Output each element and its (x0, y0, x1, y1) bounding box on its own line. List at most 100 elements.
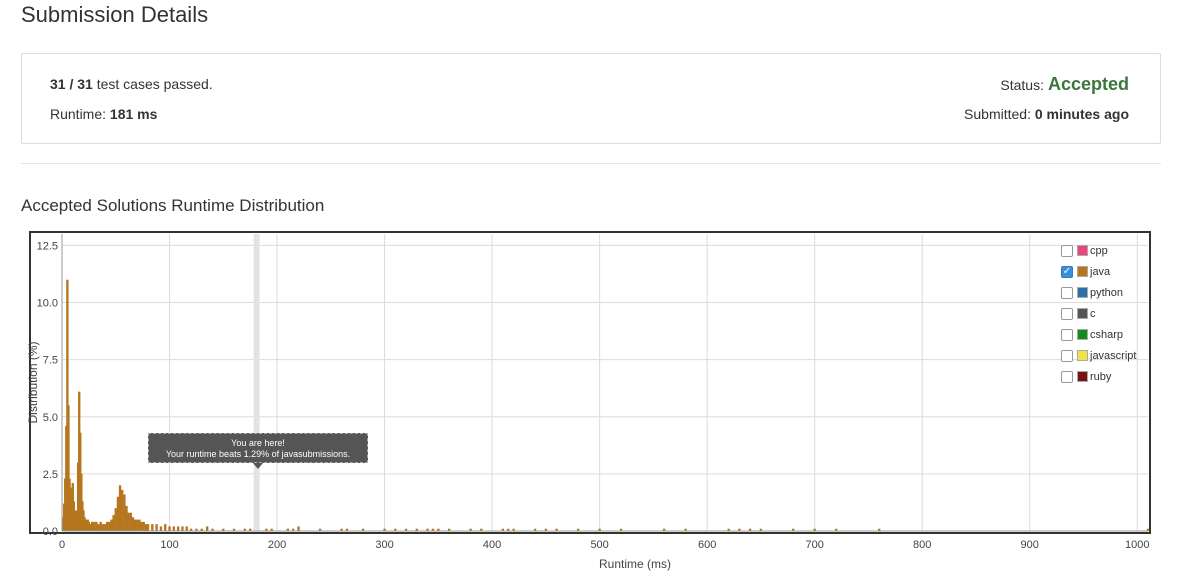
bar (176, 526, 180, 531)
y-tick-label: 5.0 (43, 412, 58, 424)
legend-item-java[interactable]: ✓ java (1061, 261, 1136, 282)
tooltip-arrow (253, 463, 263, 469)
bar (99, 521, 102, 531)
y-tick-label: 12.5 (37, 240, 58, 252)
legend-checkbox[interactable] (1061, 286, 1073, 299)
legend-swatch (1077, 371, 1088, 382)
x-tick-label: 700 (805, 539, 823, 551)
legend-item-c[interactable]: c (1061, 303, 1136, 324)
runtime-summary: Runtime: 181 ms (50, 106, 157, 122)
bar (129, 512, 132, 531)
legend-item-python[interactable]: python (1061, 282, 1136, 303)
bar (181, 526, 184, 531)
bar (121, 489, 124, 531)
x-tick-label: 400 (483, 539, 501, 551)
your-runtime-marker (253, 234, 260, 531)
tooltip-line2: Your runtime beats 1.29% of javasubmissi… (165, 449, 351, 459)
bar (116, 496, 120, 531)
bar (172, 526, 176, 531)
bar (205, 526, 209, 531)
submission-summary-panel: 31 / 31 test cases passed. Runtime: 181 … (21, 53, 1161, 144)
legend-swatch (1077, 350, 1088, 361)
x-tick-label: 100 (160, 539, 178, 551)
bar (123, 494, 126, 531)
runtime-tooltip: You are here! Your runtime beats 1.29% o… (148, 433, 368, 463)
section-title: Accepted Solutions Runtime Distribution (21, 196, 325, 215)
bar (93, 521, 96, 531)
bar (297, 526, 300, 531)
test-cases-summary: 31 / 31 test cases passed. (50, 76, 213, 92)
legend-label: cpp (1090, 244, 1108, 257)
legend-label: c (1090, 307, 1096, 320)
status-badge[interactable]: Accepted (1048, 74, 1129, 95)
bar (151, 524, 154, 531)
legend-label: javascript (1090, 349, 1137, 362)
bar (185, 526, 188, 531)
legend-swatch (1077, 266, 1088, 277)
legend-checkbox[interactable] (1061, 307, 1073, 320)
page-title: Submission Details (21, 2, 209, 27)
legend-item-ruby[interactable]: ruby (1061, 366, 1136, 387)
legend-item-csharp[interactable]: csharp (1061, 324, 1136, 345)
status-label: Status: (1000, 77, 1044, 93)
bar (131, 517, 135, 531)
y-axis-label: Distribution (%) (26, 341, 40, 423)
bar (142, 521, 145, 531)
bar (101, 524, 105, 531)
submitted-label: Submitted: (964, 106, 1031, 122)
bar (133, 519, 137, 531)
chart-frame (29, 231, 1151, 534)
legend-swatch (1077, 287, 1088, 298)
bar (112, 515, 115, 531)
legend-swatch (1077, 308, 1088, 319)
legend-swatch (1077, 245, 1088, 256)
bar (136, 519, 139, 531)
bar (127, 512, 130, 531)
passed-suffix: test cases passed. (96, 76, 213, 92)
passed-count: 31 / 31 (50, 76, 93, 92)
y-tick-label: 7.5 (43, 355, 58, 367)
x-tick-label: 800 (913, 539, 931, 551)
x-tick-label: 600 (698, 539, 716, 551)
legend-label: csharp (1090, 328, 1124, 341)
legend-checkbox[interactable] (1061, 244, 1073, 257)
chart-legend: cpp ✓ java python c csharp javascript ruby (1061, 240, 1136, 387)
legend-swatch (1077, 329, 1088, 340)
legend-label: ruby (1090, 370, 1112, 383)
bar (168, 526, 171, 531)
divider (21, 163, 1161, 164)
bar (155, 524, 158, 531)
x-tick-label: 200 (268, 539, 286, 551)
bar (108, 521, 111, 531)
runtime-label: Runtime: (50, 106, 107, 122)
x-tick-label: 300 (375, 539, 393, 551)
tooltip-line1: You are here! (231, 438, 285, 448)
bar (144, 524, 148, 531)
bar (146, 524, 150, 531)
legend-checkbox[interactable] (1061, 328, 1073, 341)
x-tick-label: 900 (1021, 539, 1039, 551)
bar (125, 505, 128, 531)
y-tick-label: 2.5 (43, 469, 58, 481)
runtime-distribution-chart: 0 100 200 300 400 500 600 700 800 900 1000 0.0 2.5 5.… (26, 231, 1151, 571)
bar (105, 521, 109, 531)
legend-label: python (1090, 286, 1124, 299)
bar (164, 524, 167, 531)
legend-item-cpp[interactable]: cpp (1061, 240, 1136, 261)
legend-item-javascript[interactable]: javascript (1061, 345, 1136, 366)
x-axis-label: Runtime (ms) (599, 557, 671, 571)
legend-checkbox[interactable] (1061, 349, 1073, 362)
bar (159, 526, 163, 531)
runtime-value: 181 ms (109, 106, 158, 122)
x-tick-label: 0 (59, 539, 65, 551)
bar (118, 485, 122, 531)
bar (138, 519, 141, 531)
legend-checkbox[interactable]: ✓ (1061, 265, 1073, 278)
bar (110, 519, 113, 531)
bar (103, 524, 107, 531)
x-tick-label: 500 (590, 539, 608, 551)
legend-checkbox[interactable] (1061, 370, 1073, 383)
status: Status: Accepted (1000, 74, 1129, 95)
bar (140, 521, 143, 531)
y-tick-label: 0.0 (43, 526, 58, 538)
